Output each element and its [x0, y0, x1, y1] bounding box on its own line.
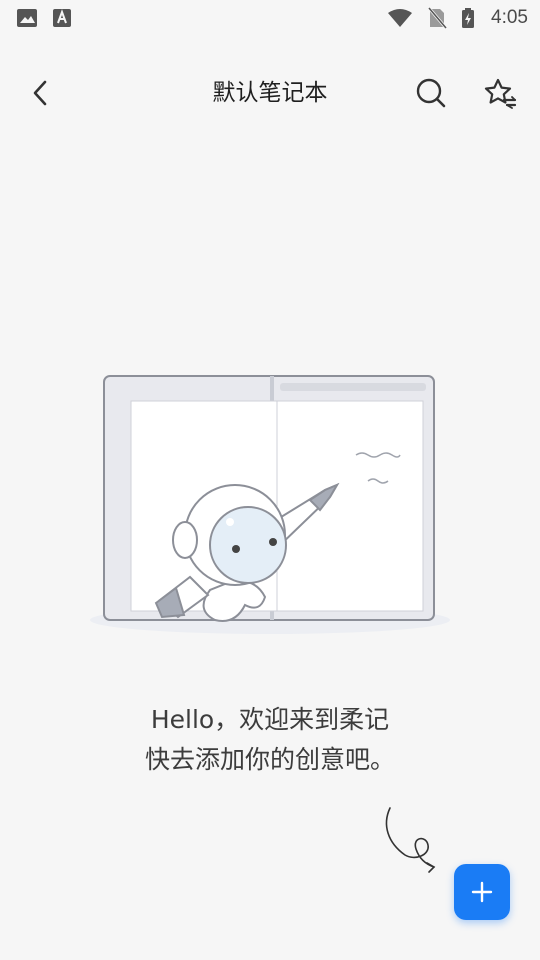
empty-state-message: Hello，欢迎来到柔记 快去添加你的创意吧。 [0, 700, 540, 780]
no-sim-icon [427, 7, 448, 29]
battery-charging-icon [462, 8, 475, 28]
status-right: 4:05 [387, 7, 528, 29]
back-button[interactable] [17, 69, 65, 117]
status-left [16, 8, 72, 28]
page-title: 默认笔记本 [212, 80, 328, 106]
top-app-bar: 默认笔记本 [0, 58, 540, 128]
chevron-left-icon [33, 80, 47, 106]
image-icon [17, 9, 37, 27]
empty-state-line-2: 快去添加你的创意吧。 [144, 745, 395, 774]
favorite-sort-button[interactable] [476, 69, 524, 117]
add-note-button[interactable] [454, 864, 510, 920]
empty-state-line-1: Hello，欢迎来到柔记 [150, 705, 390, 734]
star-sort-icon [484, 78, 517, 109]
search-button[interactable] [407, 69, 455, 117]
status-time: 4:05 [491, 7, 528, 28]
empty-notebook-illustration [90, 375, 450, 634]
status-bar: 4:05 [0, 0, 540, 36]
curly-arrow-doodle [385, 807, 436, 873]
wifi-icon [388, 9, 413, 27]
search-icon [416, 78, 446, 108]
text-a-icon [53, 9, 71, 27]
plus-icon [471, 881, 493, 903]
